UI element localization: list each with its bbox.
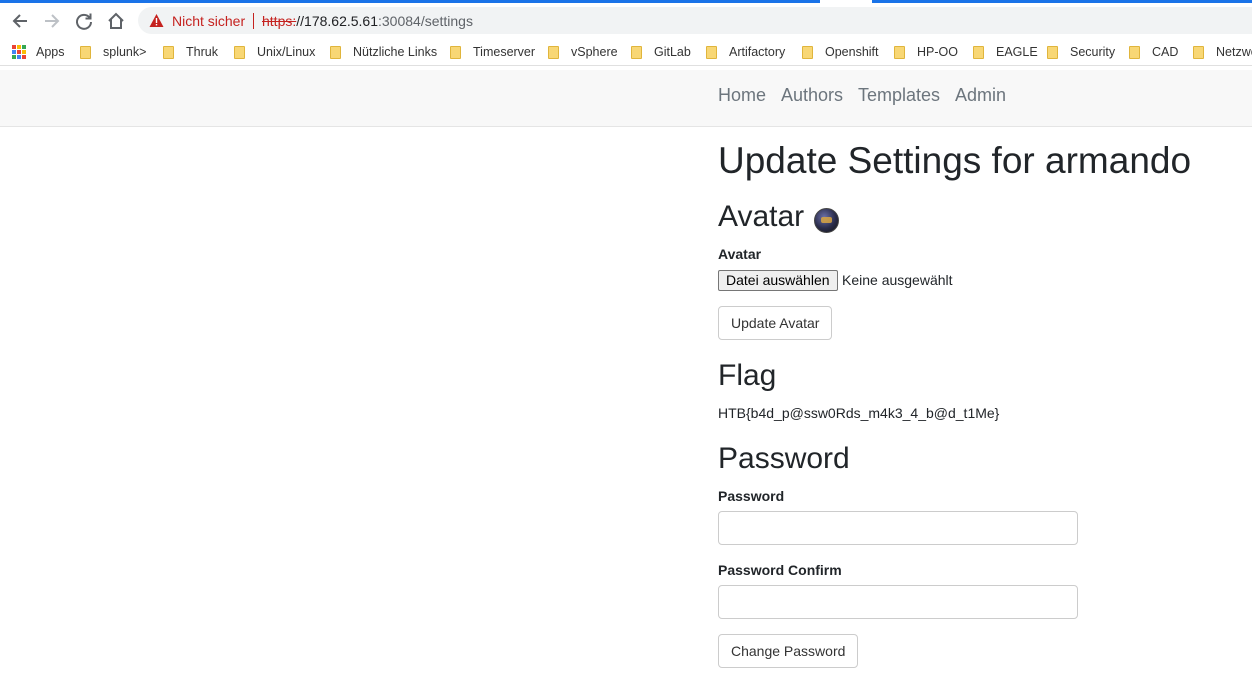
browser-toolbar: Nicht sicher https://178.62.5.61:30084/s…: [0, 3, 1252, 38]
bookmark-netzwerk[interactable]: Netzwe: [1193, 43, 1252, 61]
nav-admin-link[interactable]: Admin: [955, 85, 1006, 106]
bookmark-vsphere[interactable]: vSphere: [548, 43, 618, 61]
folder-icon: [163, 45, 174, 59]
nav-home-link[interactable]: Home: [718, 85, 766, 106]
bookmarks-bar: Apps splunk> Thruk Unix/Linux Nützliche …: [0, 38, 1252, 66]
folder-icon: [330, 45, 341, 59]
address-separator: [253, 13, 254, 29]
bookmark-eagle[interactable]: EAGLE: [973, 43, 1038, 61]
page-title: Update Settings for armando: [718, 140, 1192, 181]
folder-icon: [631, 45, 642, 59]
password-heading: Password: [718, 442, 850, 475]
bookmark-artifactory[interactable]: Artifactory: [706, 43, 785, 61]
flag-value: HTB{b4d_p@ssw0Rds_m4k3_4_b@d_t1Me}: [718, 405, 1000, 421]
bookmark-label: HP-OO: [917, 45, 958, 59]
folder-icon: [706, 45, 717, 59]
bookmark-label: EAGLE: [996, 45, 1038, 59]
url-text[interactable]: https://178.62.5.61:30084/settings: [262, 13, 473, 29]
bookmark-label: Unix/Linux: [257, 45, 316, 59]
bookmark-timeserver[interactable]: Timeserver: [450, 43, 535, 61]
folder-icon: [234, 45, 245, 59]
bookmark-hp-oo[interactable]: HP-OO: [894, 43, 958, 61]
bookmark-label: vSphere: [571, 45, 618, 59]
change-password-button[interactable]: Change Password: [718, 634, 859, 668]
bookmark-apps[interactable]: Apps: [12, 43, 65, 61]
file-status-text: Keine ausgewählt: [842, 272, 953, 288]
reload-icon[interactable]: [72, 9, 96, 33]
bookmark-openshift[interactable]: Openshift: [802, 43, 879, 61]
folder-icon: [1047, 45, 1058, 59]
folder-icon: [450, 45, 461, 59]
bookmark-label: GitLab: [654, 45, 691, 59]
avatar-field-label: Avatar: [718, 246, 762, 262]
bookmark-label: Openshift: [825, 45, 879, 59]
bookmark-label: Artifactory: [729, 45, 786, 59]
bookmark-thruk[interactable]: Thruk: [163, 43, 218, 61]
bookmark-security[interactable]: Security: [1047, 43, 1115, 61]
folder-icon: [894, 45, 905, 59]
bookmark-label: Security: [1070, 45, 1116, 59]
password-input[interactable]: [718, 511, 1078, 545]
bookmark-label: Netzwe: [1216, 45, 1252, 59]
avatar: [814, 208, 839, 233]
nav-templates-link[interactable]: Templates: [858, 85, 940, 106]
home-icon[interactable]: [104, 9, 128, 33]
bookmark-label: Thruk: [186, 45, 218, 59]
flag-heading: Flag: [718, 359, 777, 392]
url-host: //178.62.5.61: [296, 13, 378, 29]
avatar-heading: Avatar: [718, 200, 805, 233]
bookmark-cad[interactable]: CAD: [1129, 43, 1178, 61]
folder-icon: [80, 45, 91, 59]
password-confirm-input[interactable]: [718, 585, 1078, 619]
forward-arrow-icon[interactable]: [40, 9, 64, 33]
bookmark-label: CAD: [1152, 45, 1179, 59]
bookmark-nuetzliche-links[interactable]: Nützliche Links: [330, 43, 437, 61]
url-scheme: https:: [262, 13, 297, 29]
folder-icon: [973, 45, 984, 59]
warning-icon[interactable]: [149, 13, 164, 28]
bookmark-unix-linux[interactable]: Unix/Linux: [234, 43, 315, 61]
security-status[interactable]: Nicht sicher: [172, 13, 245, 29]
folder-icon: [802, 45, 813, 59]
folder-icon: [548, 45, 559, 59]
apps-grid-icon: [12, 45, 26, 59]
update-avatar-button[interactable]: Update Avatar: [718, 306, 833, 340]
folder-icon: [1193, 45, 1204, 59]
back-arrow-icon[interactable]: [8, 9, 32, 33]
bookmark-label: splunk>: [103, 45, 147, 59]
bookmark-label: Timeserver: [473, 45, 536, 59]
nav-authors-link[interactable]: Authors: [781, 85, 843, 106]
file-choose-button[interactable]: Datei auswählen: [718, 270, 838, 291]
password-confirm-label: Password Confirm: [718, 562, 842, 578]
address-bar[interactable]: Nicht sicher https://178.62.5.61:30084/s…: [138, 7, 1252, 34]
bookmark-splunk[interactable]: splunk>: [80, 43, 146, 61]
site-navbar: Home Authors Templates Admin: [0, 70, 1252, 127]
bookmark-label: Apps: [36, 45, 65, 59]
bookmark-gitlab[interactable]: GitLab: [631, 43, 691, 61]
url-path: :30084/settings: [378, 13, 473, 29]
folder-icon: [1129, 45, 1140, 59]
password-label: Password: [718, 488, 785, 504]
bookmark-label: Nützliche Links: [353, 45, 438, 59]
